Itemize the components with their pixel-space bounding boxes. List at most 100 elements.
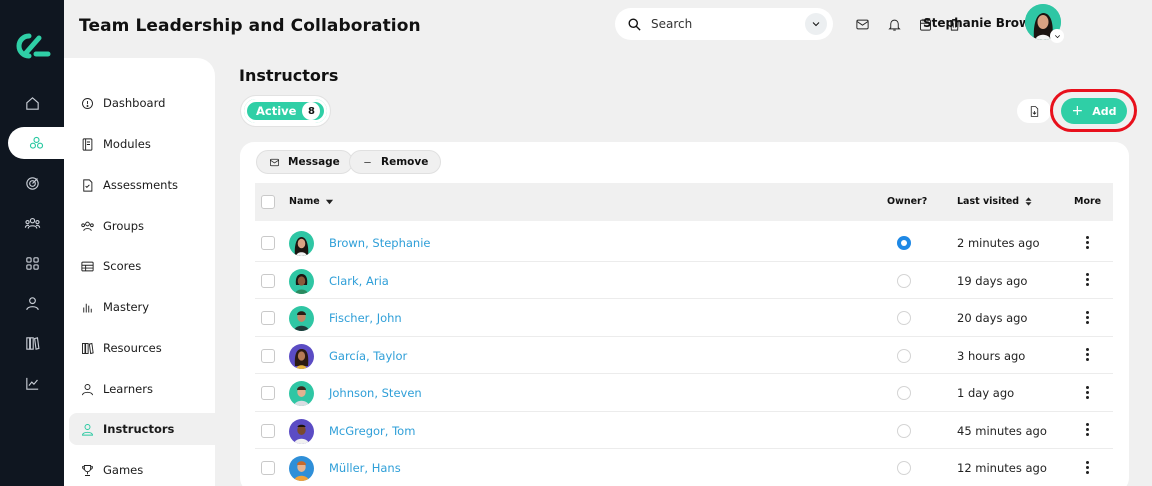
last-visited-value: 1 day ago [957, 386, 1015, 400]
remove-button[interactable]: Remove [349, 150, 442, 174]
table-row[interactable]: McGregor, Tom 45 minutes ago [255, 412, 1113, 449]
add-instructor-button[interactable]: + Add [1061, 98, 1127, 124]
owner-radio[interactable] [897, 348, 911, 363]
instructor-name-link[interactable]: Müller, Hans [329, 461, 401, 475]
rail-modules[interactable] [8, 127, 64, 159]
more-options-icon[interactable] [1081, 232, 1093, 252]
column-name[interactable]: Name [289, 196, 334, 207]
avatar [289, 381, 314, 406]
instructor-name-link[interactable]: García, Taylor [329, 349, 407, 363]
instructor-name-link[interactable]: McGregor, Tom [329, 424, 415, 438]
messages-button[interactable] [853, 15, 871, 33]
row-checkbox[interactable] [261, 423, 275, 438]
row-checkbox[interactable] [261, 461, 275, 475]
owner-radio[interactable] [897, 386, 911, 400]
home-icon [25, 96, 39, 110]
column-owner-label: Owner? [887, 196, 928, 207]
more-options-icon[interactable] [1081, 345, 1093, 365]
select-all-checkbox[interactable] [261, 195, 275, 209]
table-row[interactable]: Clark, Aria 19 days ago [255, 262, 1113, 299]
page-title: Instructors [239, 66, 339, 85]
search-bar[interactable] [615, 8, 833, 40]
instructor-name-link[interactable]: Clark, Aria [329, 274, 389, 288]
library-icon [25, 336, 40, 350]
avatar [289, 456, 314, 481]
owner-radio[interactable] [897, 273, 911, 288]
icon-rail [0, 0, 64, 486]
sidebar-item-label: Instructors [103, 422, 175, 436]
sidebar-item-label: Groups [103, 219, 145, 233]
row-checkbox[interactable] [261, 273, 275, 288]
export-button[interactable] [1017, 99, 1051, 123]
owner-radio[interactable] [897, 461, 911, 475]
rail-library[interactable] [0, 327, 64, 359]
table-row[interactable]: Brown, Stephanie 2 minutes ago [255, 224, 1113, 262]
rail-target[interactable] [0, 167, 64, 199]
filter-active-tab[interactable]: Active 8 [240, 95, 331, 127]
sidebar-item-mastery[interactable]: Mastery [69, 291, 215, 323]
avatar [289, 231, 314, 256]
row-checkbox[interactable] [261, 386, 275, 400]
rail-apps[interactable] [0, 247, 64, 279]
user-menu-toggle[interactable] [1050, 29, 1064, 43]
sidebar-item-resources[interactable]: Resources [69, 332, 215, 364]
remove-label: Remove [381, 156, 429, 168]
analytics-icon [25, 377, 38, 390]
table-row[interactable]: Johnson, Steven 1 day ago [255, 374, 1113, 412]
sidebar-item-assessments[interactable]: Assessments [69, 169, 215, 201]
app-logo-icon[interactable] [10, 30, 54, 62]
rail-groups[interactable] [0, 207, 64, 239]
minus-icon [364, 161, 371, 163]
bars-icon [83, 303, 92, 312]
sidebar-item-label: Resources [103, 341, 162, 355]
bell-icon [887, 19, 901, 31]
sidebar-item-games[interactable]: Games [69, 454, 215, 486]
search-input[interactable] [651, 17, 791, 31]
rail-person[interactable] [0, 287, 64, 319]
instructor-name-link[interactable]: Fischer, John [329, 311, 402, 325]
groups-icon [81, 221, 94, 231]
column-more: More [1074, 196, 1101, 207]
sidebar-item-instructors[interactable]: Instructors [69, 413, 215, 445]
sidebar-item-scores[interactable]: Scores [69, 250, 215, 282]
sidebar-item-learners[interactable]: Learners [69, 373, 215, 405]
more-options-icon[interactable] [1081, 307, 1093, 327]
apps-icon [25, 256, 39, 270]
sidebar-item-modules[interactable]: Modules [69, 128, 215, 160]
notifications-button[interactable] [885, 15, 903, 33]
more-options-icon[interactable] [1081, 420, 1093, 440]
sidebar-item-label: Assessments [103, 178, 178, 192]
more-options-icon[interactable] [1081, 270, 1093, 290]
table-row[interactable]: García, Taylor 3 hours ago [255, 337, 1113, 374]
sidebar-item-label: Dashboard [103, 96, 166, 110]
row-checkbox[interactable] [261, 311, 275, 325]
rail-home[interactable] [0, 87, 64, 119]
table-row[interactable]: Müller, Hans 12 minutes ago [255, 449, 1113, 486]
table-row[interactable]: Fischer, John 20 days ago [255, 299, 1113, 337]
instructor-name-link[interactable]: Brown, Stephanie [329, 236, 430, 250]
instructor-name-link[interactable]: Johnson, Steven [329, 386, 422, 400]
owner-radio[interactable] [897, 423, 911, 438]
user-name[interactable]: Stephanie Brown [923, 16, 1039, 30]
last-visited-value: 45 minutes ago [957, 423, 1047, 438]
chevron-down-icon [1054, 34, 1060, 38]
sidebar-item-groups[interactable]: Groups [69, 210, 215, 242]
row-checkbox[interactable] [261, 348, 275, 363]
filter-count-badge: 8 [302, 102, 321, 120]
sidebar-item-dashboard[interactable]: Dashboard [69, 87, 215, 119]
target-icon [25, 176, 39, 190]
avatar [289, 306, 314, 331]
row-checkbox[interactable] [261, 236, 275, 250]
more-options-icon[interactable] [1081, 457, 1093, 477]
sidebar-item-label: Modules [103, 137, 151, 151]
more-options-icon[interactable] [1081, 382, 1093, 402]
search-scope-dropdown[interactable] [805, 13, 827, 35]
message-button[interactable]: Message [256, 150, 353, 174]
last-visited-value: 3 hours ago [957, 348, 1026, 363]
owner-radio[interactable] [897, 311, 911, 325]
rail-analytics[interactable] [0, 367, 64, 399]
avatar [289, 418, 314, 444]
column-last-visited-label: Last visited [957, 196, 1020, 207]
owner-radio[interactable] [897, 236, 911, 250]
column-last-visited[interactable]: Last visited [957, 196, 1033, 207]
